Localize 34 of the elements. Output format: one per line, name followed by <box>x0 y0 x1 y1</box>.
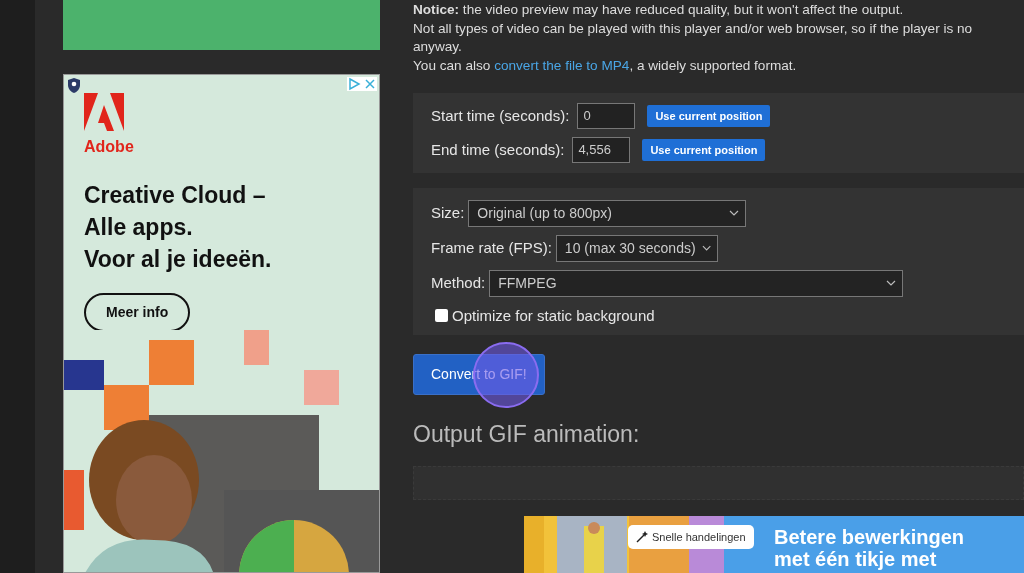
time-input[interactable]: 4,556 <box>572 136 631 163</box>
close-icon[interactable] <box>363 77 377 91</box>
chevron-down-icon <box>729 210 740 217</box>
chip-label: Snelle handelingen <box>652 530 746 545</box>
field-label: End time (seconds): <box>431 139 565 160</box>
dropdown-select[interactable]: Original (up to 800px) <box>468 199 747 227</box>
field-label: Frame rate (FPS): <box>431 237 552 258</box>
brand-name: Adobe <box>84 137 135 157</box>
section-heading: Output GIF animation: <box>413 420 641 450</box>
logo-icon <box>84 93 124 131</box>
checkbox[interactable] <box>435 309 448 323</box>
info-text: Not all types of video can be played with this player and/or web browser, so if the player is no <box>413 19 974 38</box>
ad-headline: Betere bewerkingen <box>774 526 965 548</box>
info-text: anyway. <box>413 38 463 56</box>
ad-headline: Alle apps. <box>84 213 194 242</box>
ad-choices-icon[interactable] <box>347 77 361 91</box>
chevron-down-icon <box>886 280 897 287</box>
notice-text: Notice: the video preview may have reduced quality, but it won't affect the output. <box>413 1 905 19</box>
field-label: Size: <box>431 202 465 223</box>
chevron-down-icon <box>701 245 711 252</box>
ad-headline: Creative Cloud – <box>84 181 267 210</box>
ad-headline: met één tikje met <box>774 548 938 570</box>
dropdown-select[interactable]: 10 (max 30 seconds) <box>555 234 718 262</box>
checkbox-label: Optimize for static background <box>452 305 655 326</box>
use-position-button[interactable]: Use current position <box>642 138 766 162</box>
magic-wand-icon <box>636 531 648 544</box>
field-label: Method: <box>431 272 486 293</box>
time-input[interactable]: 0 <box>577 102 636 129</box>
field-label: Start time (seconds): <box>431 105 570 126</box>
dropdown-select[interactable]: FFMPEG <box>489 269 904 297</box>
shield-icon <box>67 78 81 93</box>
use-position-button[interactable]: Use current position <box>647 104 771 128</box>
info-text: You can also convert the file to MP4, a widely supported format. <box>413 56 798 75</box>
ad-headline: Voor al je ideeën. <box>84 245 273 274</box>
